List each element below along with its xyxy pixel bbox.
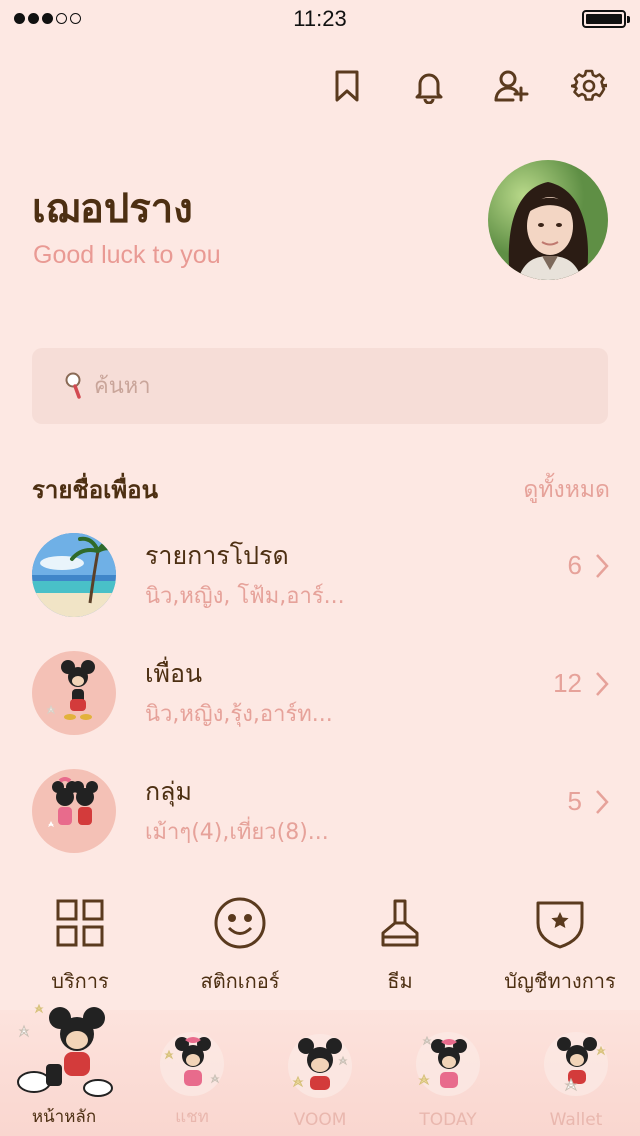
friends-thumbnail — [32, 651, 116, 735]
shortcut-label: บริการ — [51, 969, 109, 993]
tab-chat[interactable]: แชท — [128, 1010, 256, 1136]
grid-icon — [56, 899, 104, 947]
list-item-title: รายการโปรด — [145, 541, 289, 570]
smiley-icon — [214, 897, 266, 949]
shield-star-icon — [536, 901, 584, 949]
list-item-count: 5 — [567, 786, 582, 816]
minnie-chat-icon — [160, 1032, 224, 1096]
list-item-groups[interactable]: กลุ่ม เม้าๆ(4),เที่ยว(8)... 5 — [0, 752, 640, 870]
profile-name[interactable]: เฌอปราง — [32, 176, 193, 240]
profile-avatar[interactable] — [488, 160, 608, 280]
tab-label: VOOM — [293, 1110, 347, 1130]
list-item-subtitle: เม้าๆ(4),เที่ยว(8)... — [145, 820, 329, 845]
tab-bar: หน้าหลัก แชท VOOM TODAY Wallet — [0, 1004, 640, 1136]
search-bar[interactable] — [32, 348, 608, 424]
list-item-friends[interactable]: เพื่อน นิว,หญิง,รุ้ง,อาร์ท... 12 — [0, 634, 640, 752]
list-item-title: เพื่อน — [145, 659, 203, 688]
tab-label: แชท — [175, 1107, 209, 1127]
tab-label: Wallet — [549, 1110, 603, 1130]
tab-label: หน้าหลัก — [31, 1107, 97, 1127]
minnie-today-icon — [416, 1032, 480, 1096]
favorites-thumbnail — [32, 533, 116, 617]
list-item-favorites[interactable]: รายการโปรด นิว,หญิง, โฟ้ม,อาร์... 6 — [0, 516, 640, 634]
brush-icon — [381, 899, 419, 947]
gear-icon — [571, 69, 607, 101]
shortcut-themes[interactable]: ธีม — [320, 895, 480, 1005]
shortcut-label: บัญชีทางการ — [504, 969, 616, 993]
status-bar: 11:23 — [0, 0, 640, 40]
list-item-count: 6 — [567, 550, 582, 580]
shortcut-label: สติกเกอร์ — [200, 969, 280, 993]
tab-voom[interactable]: VOOM — [256, 1010, 384, 1136]
status-time: 11:23 — [293, 6, 347, 31]
chevron-right-icon — [596, 672, 609, 696]
bookmark-button[interactable] — [327, 64, 367, 108]
mickey-voom-icon — [288, 1034, 352, 1098]
settings-button[interactable] — [569, 64, 609, 108]
chevron-right-icon — [596, 790, 609, 814]
shortcut-services[interactable]: บริการ — [0, 895, 160, 1005]
search-input[interactable] — [92, 372, 576, 400]
battery-icon — [582, 10, 630, 28]
groups-thumbnail — [32, 769, 116, 853]
bookmark-icon — [335, 70, 359, 102]
friends-section-title: รายชื่อเพื่อน — [32, 476, 158, 504]
mickey-wallet-icon — [544, 1032, 608, 1096]
chevron-right-icon — [596, 554, 609, 578]
shortcut-label: ธีม — [387, 969, 413, 993]
notifications-button[interactable] — [409, 64, 449, 108]
list-item-subtitle: นิว,หญิง, โฟ้ม,อาร์... — [145, 584, 345, 609]
see-all-link[interactable]: ดูทั้งหมด — [523, 472, 610, 508]
list-item-count: 12 — [553, 668, 582, 698]
search-icon — [65, 372, 81, 399]
list-item-title: กลุ่ม — [145, 777, 192, 806]
profile-status-message[interactable]: Good luck to you — [33, 241, 221, 270]
list-item-subtitle: นิว,หญิง,รุ้ง,อาร์ท... — [145, 702, 333, 727]
tab-label: TODAY — [419, 1110, 477, 1130]
bell-icon — [415, 73, 443, 104]
add-friend-icon — [494, 70, 529, 102]
add-friend-button[interactable] — [491, 64, 531, 108]
shortcut-official-accounts[interactable]: บัญชีทางการ — [480, 895, 640, 1005]
tab-today[interactable]: TODAY — [384, 1010, 512, 1136]
mickey-home-icon — [17, 1004, 113, 1097]
tab-wallet[interactable]: Wallet — [512, 1010, 640, 1136]
tab-home[interactable]: หน้าหลัก — [0, 1004, 128, 1136]
shortcut-stickers[interactable]: สติกเกอร์ — [160, 895, 320, 1005]
